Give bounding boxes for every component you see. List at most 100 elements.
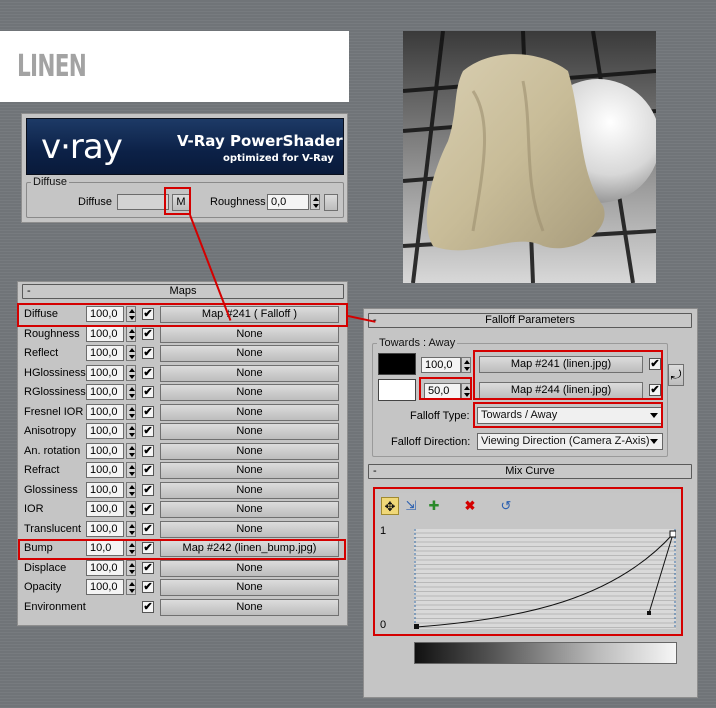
- color-2-spinner[interactable]: [461, 383, 471, 399]
- map-slot-button[interactable]: None: [160, 501, 339, 518]
- color-2-amount[interactable]: 50,0: [424, 383, 461, 399]
- color-1-map-button[interactable]: Map #241 (linen.jpg): [479, 356, 643, 373]
- map-enable-checkbox[interactable]: ✔: [142, 581, 154, 593]
- map-enable-checkbox[interactable]: ✔: [142, 425, 154, 437]
- mix-gradient-preview: [414, 642, 677, 664]
- map-amount-spinner[interactable]: [126, 442, 136, 459]
- map-slot-button[interactable]: None: [160, 423, 339, 440]
- map-enable-checkbox[interactable]: ✔: [142, 308, 154, 320]
- map-amount-input[interactable]: 100,0: [86, 501, 124, 517]
- map-slot-button[interactable]: None: [160, 598, 339, 616]
- curve-graph[interactable]: [414, 529, 676, 629]
- map-enable-checkbox[interactable]: ✔: [142, 347, 154, 359]
- color-2-map-toggle[interactable]: ✔: [649, 384, 661, 396]
- map-slot-button[interactable]: None: [160, 384, 339, 401]
- add-point-icon[interactable]: ✚: [425, 497, 443, 515]
- map-slot-button[interactable]: None: [160, 364, 339, 382]
- map-row-anisotropy: Anisotropy 100,0 ✔ None: [18, 422, 349, 440]
- map-slot-button[interactable]: None: [160, 325, 339, 343]
- map-amount-spinner[interactable]: [126, 423, 136, 439]
- map-amount-spinner[interactable]: [126, 501, 136, 517]
- color-1-spinner[interactable]: [461, 357, 471, 373]
- map-slot-button[interactable]: Map #241 ( Falloff ): [160, 306, 339, 323]
- falloff-type-dropdown[interactable]: Towards / Away: [477, 407, 663, 424]
- map-amount-spinner[interactable]: [126, 403, 136, 420]
- map-amount-input[interactable]: 100,0: [86, 306, 124, 322]
- map-slot-button[interactable]: None: [160, 403, 339, 421]
- map-amount-input[interactable]: 100,0: [86, 384, 124, 400]
- map-amount-input[interactable]: 100,0: [86, 403, 124, 420]
- diffuse-color-swatch[interactable]: [117, 194, 169, 210]
- map-enable-checkbox[interactable]: ✔: [142, 600, 154, 613]
- map-amount-spinner[interactable]: [126, 462, 136, 478]
- map-amount-spinner[interactable]: [126, 540, 136, 556]
- map-row-diffuse: Diffuse 100,0 ✔ Map #241 ( Falloff ): [18, 305, 349, 323]
- reset-curve-icon[interactable]: ↺: [497, 497, 515, 515]
- map-amount-input[interactable]: 10,0: [86, 540, 124, 556]
- maps-panel: - Maps Diffuse 100,0 ✔ Map #241 ( Falloff )…: [17, 281, 348, 626]
- curve-start-point[interactable]: [414, 624, 419, 629]
- map-enable-checkbox[interactable]: ✔: [142, 366, 154, 379]
- swap-colors-button[interactable]: ⤾: [668, 364, 684, 386]
- map-amount-spinner[interactable]: [126, 325, 136, 342]
- delete-point-icon[interactable]: ✖: [461, 497, 479, 515]
- map-slot-button[interactable]: None: [160, 579, 339, 596]
- map-amount-spinner[interactable]: [126, 306, 136, 322]
- map-amount-input[interactable]: 100,0: [86, 364, 124, 381]
- color-2-map-button[interactable]: Map #244 (linen.jpg): [479, 382, 643, 399]
- map-amount-input[interactable]: 100,0: [86, 462, 124, 478]
- map-enable-checkbox[interactable]: ✔: [142, 464, 154, 476]
- map-label: Diffuse: [24, 308, 59, 320]
- map-label: Anisotropy: [24, 425, 76, 437]
- roughness-map-button[interactable]: [324, 194, 338, 211]
- roughness-spinner[interactable]: [310, 194, 320, 210]
- map-slot-button[interactable]: None: [160, 345, 339, 362]
- map-enable-checkbox[interactable]: ✔: [142, 561, 154, 574]
- color-2-swatch[interactable]: [378, 379, 416, 401]
- map-amount-spinner[interactable]: [126, 559, 136, 576]
- chevron-down-icon: [650, 413, 658, 418]
- move-icon[interactable]: ✥: [381, 497, 399, 515]
- map-enable-checkbox[interactable]: ✔: [142, 542, 154, 554]
- diffuse-map-button[interactable]: M: [172, 194, 190, 211]
- mix-curve-rollout-header[interactable]: - Mix Curve: [368, 464, 692, 479]
- curve-handle[interactable]: [647, 611, 651, 615]
- map-amount-spinner[interactable]: [126, 345, 136, 361]
- color-1-map-toggle[interactable]: ✔: [649, 358, 661, 370]
- map-enable-checkbox[interactable]: ✔: [142, 503, 154, 515]
- map-slot-button[interactable]: None: [160, 559, 339, 577]
- scale-icon[interactable]: ⇲: [402, 497, 420, 515]
- map-enable-checkbox[interactable]: ✔: [142, 483, 154, 496]
- map-slot-button[interactable]: None: [160, 442, 339, 460]
- maps-rollout-header[interactable]: - Maps: [22, 284, 344, 299]
- map-amount-spinner[interactable]: [126, 481, 136, 498]
- map-amount-spinner[interactable]: [126, 579, 136, 595]
- map-amount-input[interactable]: 100,0: [86, 423, 124, 439]
- map-slot-button[interactable]: None: [160, 462, 339, 479]
- map-enable-checkbox[interactable]: ✔: [142, 327, 154, 340]
- towards-away-title: Towards : Away: [377, 337, 458, 349]
- map-slot-button[interactable]: None: [160, 481, 339, 499]
- color-1-amount[interactable]: 100,0: [421, 357, 461, 373]
- map-enable-checkbox[interactable]: ✔: [142, 405, 154, 418]
- map-amount-input[interactable]: 100,0: [86, 559, 124, 576]
- map-amount-spinner[interactable]: [126, 520, 136, 537]
- map-amount-input[interactable]: 100,0: [86, 579, 124, 595]
- map-amount-input[interactable]: 100,0: [86, 345, 124, 361]
- map-slot-button[interactable]: Map #242 (linen_bump.jpg): [160, 540, 339, 557]
- color-1-swatch[interactable]: [378, 353, 416, 375]
- map-amount-input[interactable]: 100,0: [86, 520, 124, 537]
- curve-end-point[interactable]: [669, 530, 676, 538]
- map-enable-checkbox[interactable]: ✔: [142, 522, 154, 535]
- falloff-rollout-header[interactable]: - Falloff Parameters: [368, 313, 692, 328]
- falloff-direction-dropdown[interactable]: Viewing Direction (Camera Z-Axis): [477, 433, 663, 450]
- map-amount-input[interactable]: 100,0: [86, 442, 124, 459]
- map-amount-input[interactable]: 100,0: [86, 481, 124, 498]
- roughness-input[interactable]: 0,0: [267, 194, 309, 210]
- map-amount-spinner[interactable]: [126, 364, 136, 381]
- map-amount-input[interactable]: 100,0: [86, 325, 124, 342]
- map-slot-button[interactable]: None: [160, 520, 339, 538]
- map-enable-checkbox[interactable]: ✔: [142, 386, 154, 398]
- map-enable-checkbox[interactable]: ✔: [142, 444, 154, 457]
- map-amount-spinner[interactable]: [126, 384, 136, 400]
